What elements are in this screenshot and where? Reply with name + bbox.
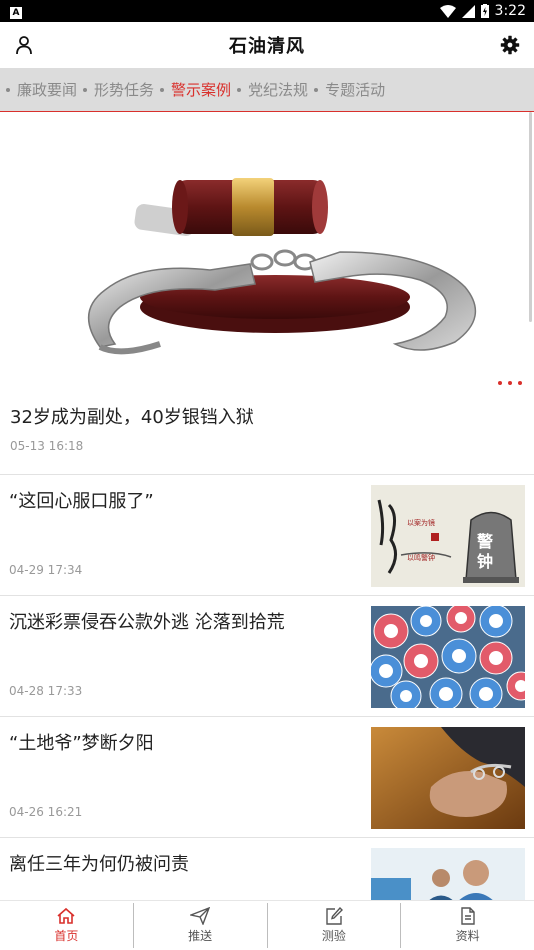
- tab-label: 廉政要闻: [17, 81, 78, 99]
- bell-calligraphy-image: 以案为镜 以鸣警钟 警 钟: [371, 485, 525, 587]
- tab-xingshi[interactable]: 形势任务: [81, 79, 154, 100]
- bell-text: 钟: [477, 552, 493, 571]
- news-title: 沉迷彩票侵吞公款外逃 沦落到拾荒: [9, 612, 285, 633]
- tab-lianzheng[interactable]: 廉政要闻: [4, 79, 77, 100]
- news-date: 04-28 17:33: [9, 684, 83, 698]
- tab-dangji[interactable]: 党纪法规: [235, 79, 308, 100]
- status-bar: A 3:22: [0, 0, 534, 22]
- nav-home[interactable]: 首页: [0, 903, 134, 948]
- news-item[interactable]: “土地爷”梦断夕阳 04-26 16:21: [0, 717, 534, 838]
- carousel-dot: [508, 381, 512, 385]
- settings-button[interactable]: [498, 33, 522, 57]
- send-icon: [190, 907, 211, 925]
- tab-bullet: [237, 87, 242, 92]
- app-title: 石油清风: [229, 36, 305, 57]
- handcuffed-hands-image: [371, 727, 525, 829]
- nav-home-label: 首页: [54, 929, 79, 943]
- nav-push-label: 推送: [188, 929, 213, 943]
- person-icon: [16, 36, 32, 55]
- featured-headline[interactable]: 32岁成为副处，40岁银铛入狱 05-13 16:18: [0, 395, 534, 475]
- featured-title: 32岁成为副处，40岁银铛入狱: [10, 407, 254, 428]
- featured-date: 05-13 16:18: [10, 439, 84, 453]
- tab-label: 警示案例: [171, 81, 232, 99]
- gear-icon: [500, 35, 520, 55]
- carousel-dot: [518, 381, 522, 385]
- bottom-navigation: 首页 推送 测验 资料: [0, 900, 534, 950]
- tab-bullet: [314, 87, 319, 92]
- news-item[interactable]: 沉迷彩票侵吞公款外逃 沦落到拾荒 04-28 17:33: [0, 596, 534, 717]
- notification-a-icon: A: [10, 7, 22, 19]
- tab-label: 党纪法规: [248, 81, 309, 99]
- seal-text-1: 以案为镜: [407, 518, 435, 527]
- scrollbar-thumb[interactable]: [529, 112, 532, 322]
- lottery-balls-image: [371, 606, 525, 708]
- tab-zhuanti[interactable]: 专题活动: [312, 79, 385, 100]
- home-icon: [57, 907, 75, 924]
- nav-push[interactable]: 推送: [134, 903, 268, 948]
- news-date: 04-29 17:34: [9, 563, 83, 577]
- nav-materials-label: 资料: [455, 929, 480, 943]
- news-item[interactable]: “这回心服口服了” 04-29 17:34 以案为镜 以鸣警钟 警 钟: [0, 475, 534, 596]
- tab-bullet: [160, 87, 165, 92]
- seal-text-2: 以鸣警钟: [407, 553, 435, 562]
- user-button[interactable]: [12, 33, 36, 57]
- category-tabs: 廉政要闻 形势任务 警示案例 党纪法规 专题活动: [0, 68, 534, 112]
- tab-bullet: [83, 87, 88, 92]
- status-time: 3:22: [494, 3, 526, 19]
- featured-carousel[interactable]: [0, 112, 534, 395]
- tab-bullet: [6, 87, 10, 92]
- carousel-dot: [498, 381, 502, 385]
- news-title: 离任三年为何仍被问责: [9, 854, 189, 875]
- news-title: “土地爷”梦断夕阳: [9, 733, 154, 754]
- status-right: 3:22: [439, 3, 526, 19]
- bell-text: 警: [476, 532, 493, 551]
- battery-icon: [480, 4, 489, 18]
- wifi-icon: [439, 4, 456, 18]
- tab-jingshi[interactable]: 警示案例: [158, 79, 231, 100]
- nav-quiz-label: 测验: [321, 929, 346, 943]
- signal-icon: [461, 4, 475, 18]
- news-title: “这回心服口服了”: [9, 491, 154, 512]
- gavel-handcuffs-image: [87, 178, 477, 355]
- document-icon: [460, 907, 475, 925]
- nav-quiz[interactable]: 测验: [268, 903, 402, 948]
- tab-label: 形势任务: [94, 81, 155, 99]
- nav-materials[interactable]: 资料: [401, 903, 534, 948]
- app-bar: 石油清风: [0, 22, 534, 68]
- status-left: A: [10, 3, 22, 19]
- carousel-indicator[interactable]: [498, 381, 522, 385]
- edit-icon: [326, 907, 343, 925]
- news-date: 04-26 16:21: [9, 805, 83, 819]
- tab-label: 专题活动: [325, 81, 386, 99]
